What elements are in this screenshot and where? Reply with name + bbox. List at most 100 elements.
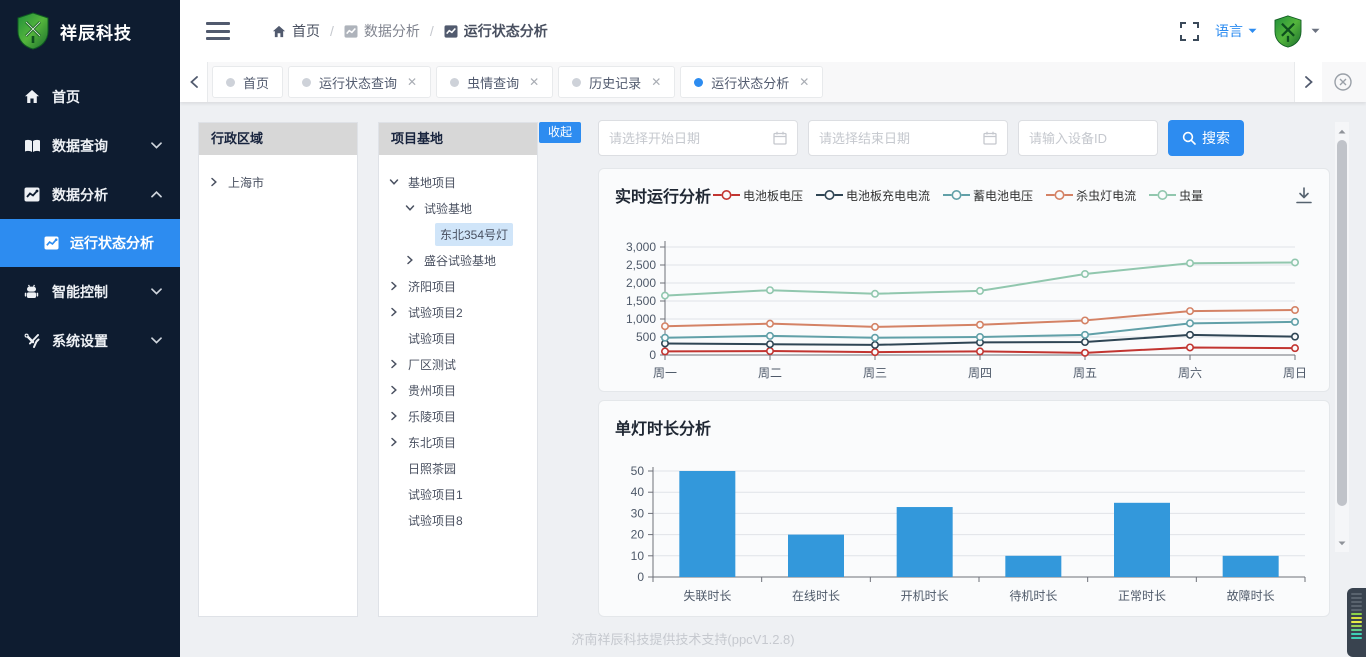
- tree-item[interactable]: 厂区测试: [389, 351, 531, 377]
- legend-item[interactable]: 蓄电池电压: [943, 187, 1033, 204]
- caret-down-icon: [1311, 28, 1320, 34]
- tab-history[interactable]: 历史记录 ✕: [558, 66, 675, 98]
- tree-item[interactable]: 试验项目: [389, 325, 531, 351]
- breadcrumb-item-current: 运行状态分析: [444, 21, 548, 41]
- download-icon[interactable]: [1295, 187, 1313, 204]
- start-date-field[interactable]: [598, 120, 798, 156]
- close-icon[interactable]: ✕: [407, 75, 417, 89]
- scroll-up-icon[interactable]: [1335, 124, 1349, 138]
- user-menu[interactable]: [1273, 15, 1320, 48]
- tab-home[interactable]: 首页: [212, 66, 283, 98]
- tree-item-label[interactable]: 试验基地: [419, 197, 477, 220]
- tree-item-label[interactable]: 试验项目: [403, 327, 461, 350]
- breadcrumb-item-home[interactable]: 首页: [272, 21, 320, 41]
- tree-item[interactable]: 东北项目: [389, 429, 531, 455]
- chevron-right-icon[interactable]: [209, 177, 223, 187]
- tree-item[interactable]: 上海市: [209, 169, 351, 195]
- chevron-right-icon[interactable]: [389, 411, 403, 421]
- chevron-right-icon[interactable]: [389, 307, 403, 317]
- tab-run-status-query[interactable]: 运行状态查询 ✕: [288, 66, 431, 98]
- tree-item-label[interactable]: 试验项目2: [403, 301, 468, 324]
- tree-item-label[interactable]: 济阳项目: [403, 275, 461, 298]
- close-icon[interactable]: ✕: [799, 75, 809, 89]
- menu-toggle-icon[interactable]: [206, 21, 230, 41]
- chevron-right-icon[interactable]: [389, 437, 403, 447]
- svg-text:周二: 周二: [758, 366, 782, 380]
- tree-item-label[interactable]: 乐陵项目: [403, 405, 461, 428]
- chevron-down-icon: [151, 288, 162, 295]
- close-icon[interactable]: ✕: [529, 75, 539, 89]
- close-all-tabs-button[interactable]: [1326, 62, 1360, 102]
- region-panel: 行政区域 上海市: [198, 122, 358, 617]
- tree-item[interactable]: 试验项目1: [389, 481, 531, 507]
- chevron-down-icon[interactable]: [389, 177, 403, 187]
- tree-item[interactable]: 东北354号灯: [389, 221, 531, 247]
- brand[interactable]: 祥辰科技: [0, 0, 180, 62]
- scroll-down-icon[interactable]: [1335, 536, 1349, 550]
- line-chart[interactable]: 05001,0001,5002,0002,5003,000周一周二周三周四周五周…: [607, 215, 1323, 385]
- tab-run-status-analysis[interactable]: 运行状态分析 ✕: [680, 66, 823, 98]
- tree-item-label[interactable]: 试验项目1: [403, 483, 468, 506]
- legend-item[interactable]: 电池板充电电流: [816, 187, 930, 204]
- sidebar-item-run-status-analysis[interactable]: 运行状态分析: [0, 219, 180, 267]
- bar-chart[interactable]: 01020304050失联时长在线时长开机时长待机时长正常时长故障时长: [607, 449, 1323, 609]
- end-date-field[interactable]: [808, 120, 1008, 156]
- tree-item[interactable]: 乐陵项目: [389, 403, 531, 429]
- scrollbar-thumb[interactable]: [1337, 140, 1347, 506]
- sidebar-item-label: 智能控制: [52, 282, 108, 302]
- tree-item[interactable]: 盛谷试验基地: [389, 247, 531, 273]
- tree-item[interactable]: 试验基地: [389, 195, 531, 221]
- tree-item-label[interactable]: 东北354号灯: [435, 223, 513, 246]
- breadcrumb-separator: /: [330, 23, 334, 39]
- sidebar-item-data-query[interactable]: 数据查询: [0, 121, 180, 170]
- tree-item-label[interactable]: 基地项目: [403, 171, 461, 194]
- tree-item[interactable]: 日照茶园: [389, 455, 531, 481]
- tree-item[interactable]: 基地项目: [389, 169, 531, 195]
- legend-item[interactable]: 虫量: [1149, 187, 1203, 204]
- tab-pest-query[interactable]: 虫情查询 ✕: [436, 66, 553, 98]
- chevron-right-icon[interactable]: [389, 385, 403, 395]
- region-tree: 上海市: [199, 155, 357, 195]
- vertical-scrollbar[interactable]: [1335, 122, 1349, 552]
- chevron-right-icon[interactable]: [389, 281, 403, 291]
- device-id-field[interactable]: [1018, 120, 1158, 156]
- tree-item[interactable]: 试验项目2: [389, 299, 531, 325]
- device-id-input[interactable]: [1029, 131, 1147, 146]
- start-date-input[interactable]: [609, 131, 773, 146]
- chevron-right-icon[interactable]: [405, 255, 419, 265]
- sidebar-item-smart-control[interactable]: 智能控制: [0, 267, 180, 316]
- sidebar-item-data-analysis[interactable]: 数据分析: [0, 170, 180, 219]
- chevron-down-icon[interactable]: [405, 203, 419, 213]
- breadcrumb-item-data-analysis[interactable]: 数据分析: [344, 21, 420, 41]
- tree-item[interactable]: 贵州项目: [389, 377, 531, 403]
- duration-chart-card: 单灯时长分析 01020304050失联时长在线时长开机时长待机时长正常时长故障…: [598, 400, 1330, 617]
- language-selector[interactable]: 语言: [1215, 21, 1257, 41]
- chevron-right-icon[interactable]: [389, 359, 403, 369]
- tree-item-label[interactable]: 东北项目: [403, 431, 461, 454]
- tabs-scroll-left[interactable]: [180, 62, 208, 102]
- tabs-scroll-right[interactable]: [1294, 62, 1322, 102]
- sidebar-item-system-settings[interactable]: 系统设置: [0, 316, 180, 365]
- tools-icon: [24, 333, 41, 348]
- tree-item-label[interactable]: 贵州项目: [403, 379, 461, 402]
- end-date-input[interactable]: [819, 131, 983, 146]
- collapse-panels-button[interactable]: 收起: [539, 122, 581, 143]
- tree-item-label[interactable]: 盛谷试验基地: [419, 249, 501, 272]
- tree-item-label[interactable]: 上海市: [223, 171, 269, 194]
- bar: [1114, 503, 1170, 577]
- svg-text:1,000: 1,000: [626, 312, 656, 326]
- tree-item-label[interactable]: 厂区测试: [403, 353, 461, 376]
- search-button[interactable]: 搜索: [1168, 120, 1244, 156]
- sidebar-item-home[interactable]: 首页: [0, 72, 180, 121]
- fullscreen-icon[interactable]: [1180, 22, 1199, 41]
- tree-item[interactable]: 济阳项目: [389, 273, 531, 299]
- svg-text:周四: 周四: [968, 366, 992, 380]
- floating-widget[interactable]: [1347, 588, 1366, 657]
- tree-item-label[interactable]: 试验项目8: [403, 509, 468, 532]
- legend-item[interactable]: 电池板电压: [713, 187, 803, 204]
- close-icon[interactable]: ✕: [651, 75, 661, 89]
- tree-item[interactable]: 试验项目8: [389, 507, 531, 533]
- tree-item-label[interactable]: 日照茶园: [403, 457, 461, 480]
- tabbar: 首页 运行状态查询 ✕ 虫情查询 ✕ 历史记录 ✕ 运行状态分析 ✕: [180, 62, 1366, 102]
- legend-item[interactable]: 杀虫灯电流: [1046, 187, 1136, 204]
